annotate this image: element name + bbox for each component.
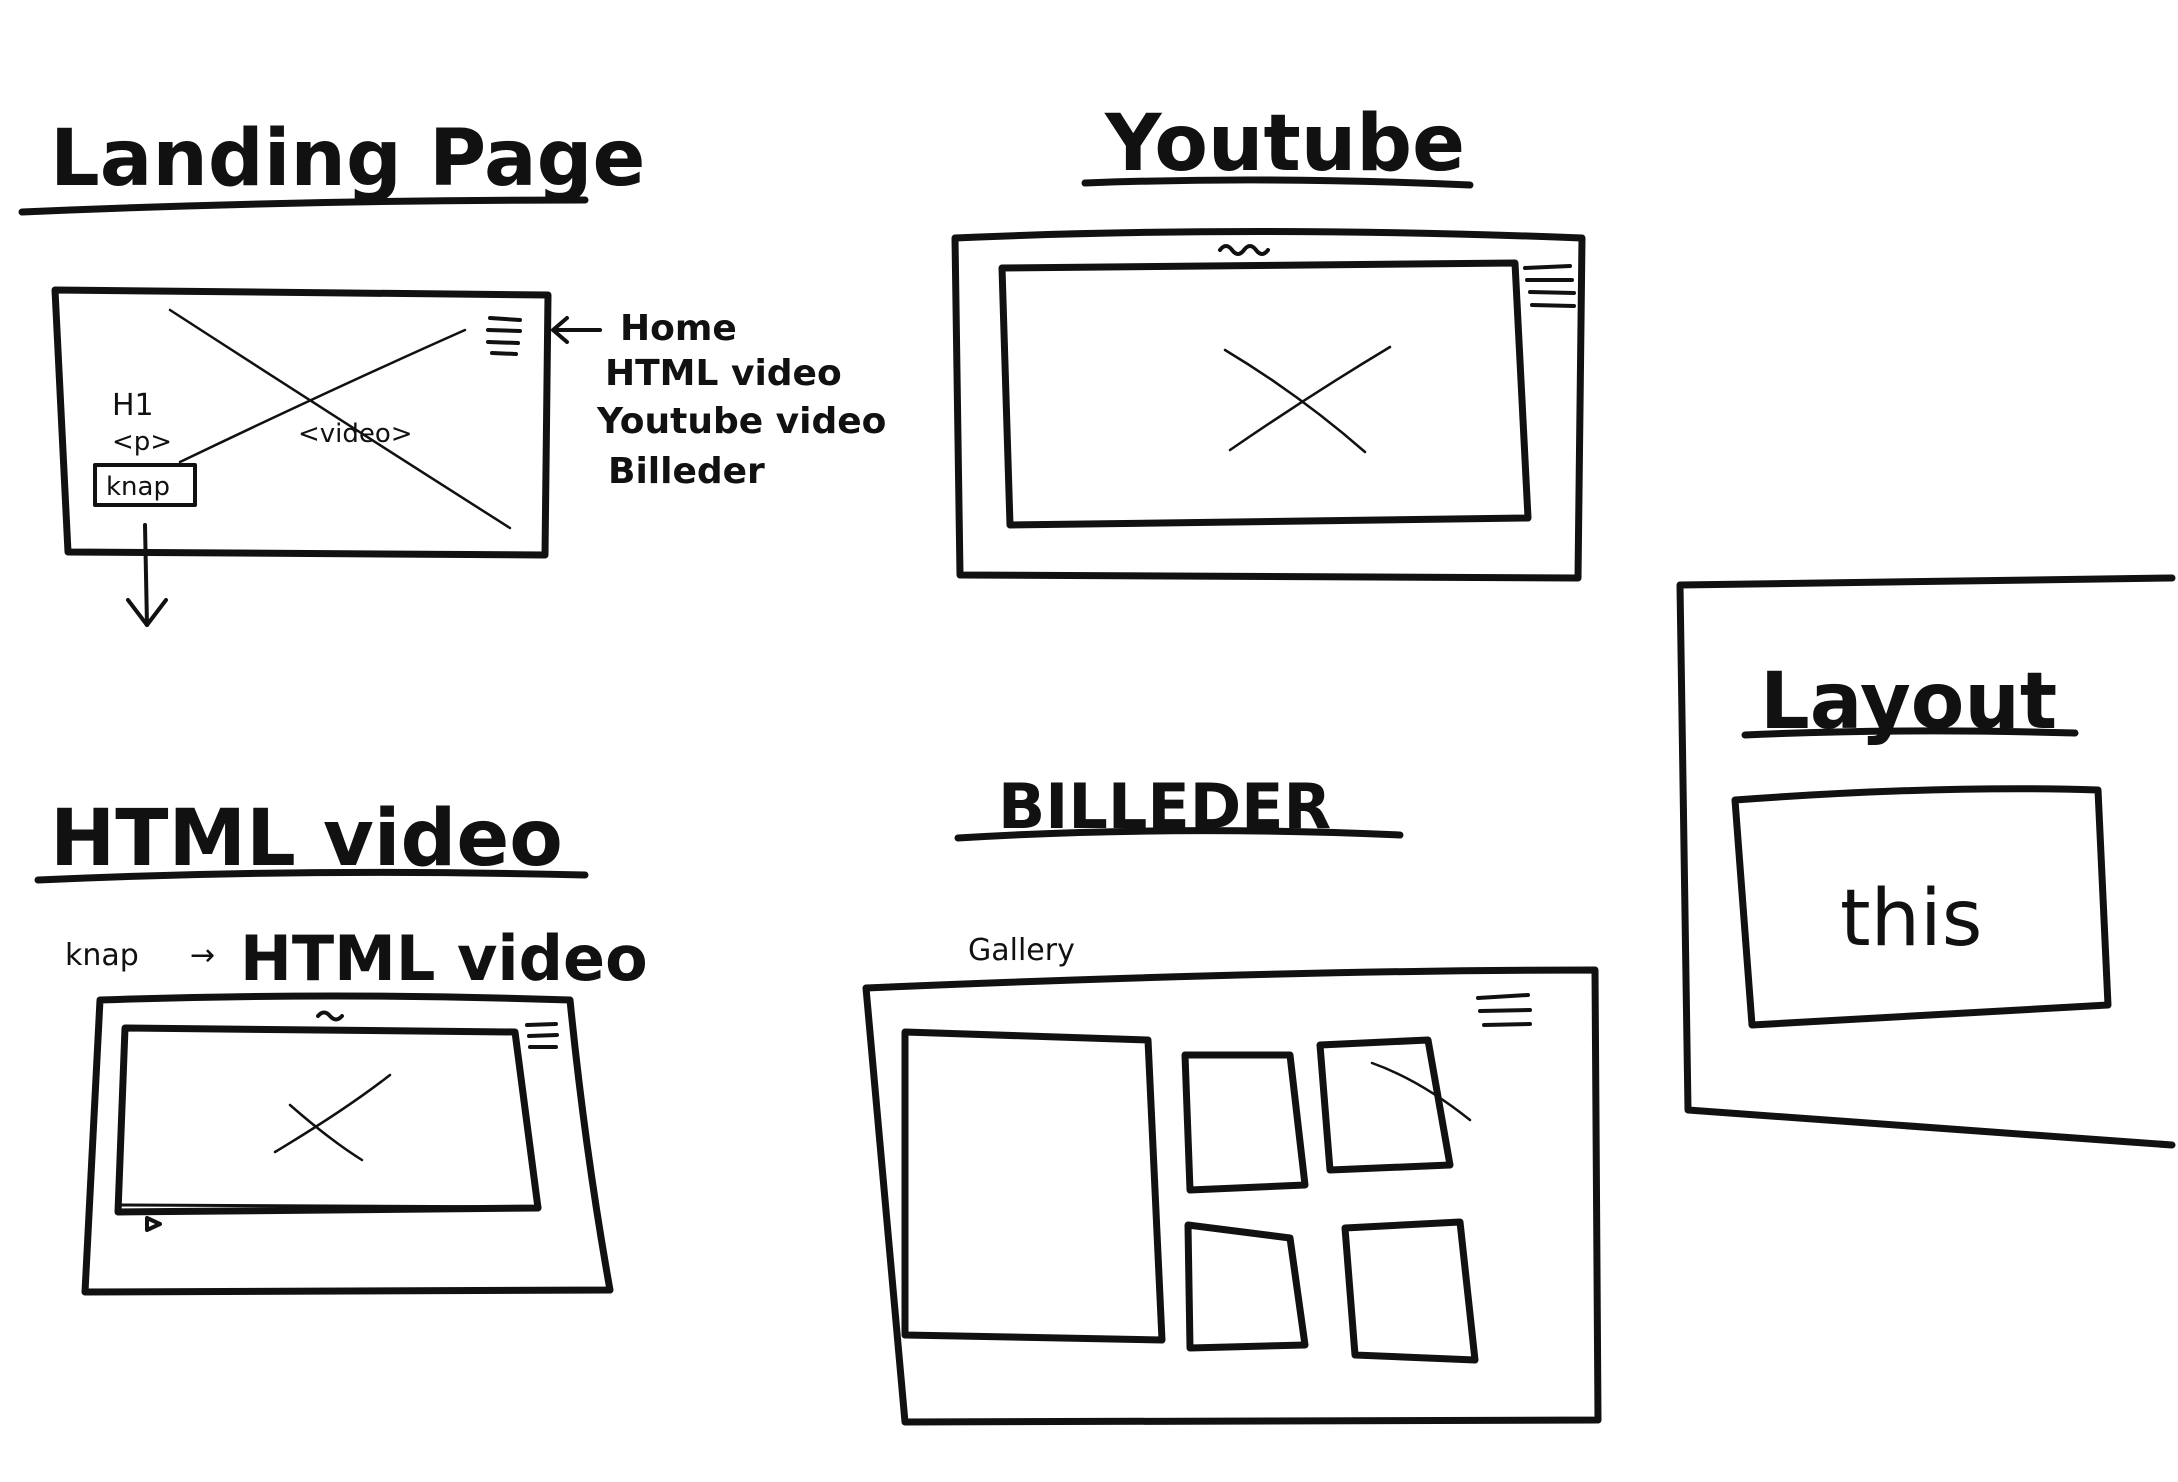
html-video-controls-bar bbox=[116, 1203, 542, 1209]
landing-knap-label: knap bbox=[106, 472, 170, 502]
landing-video-label: <video> bbox=[298, 419, 413, 449]
youtube-placeholder-cross-b bbox=[1228, 345, 1392, 452]
scroll-down-arrow bbox=[143, 523, 149, 627]
html-video-caption-arrow: → bbox=[190, 938, 215, 973]
gallery-menu-icon[interactable] bbox=[1476, 993, 1532, 1027]
landing-page-section: Landing Page H1 <p> <video> knap Home HT… bbox=[18, 114, 886, 627]
gallery-tile-large[interactable] bbox=[901, 1028, 1166, 1344]
play-icon[interactable] bbox=[145, 1216, 162, 1232]
menu-item-youtube-video: Youtube video bbox=[596, 401, 886, 442]
billeder-section: BILLEDER Gallery bbox=[862, 770, 1602, 1426]
gallery-tile-2-sketch-stroke bbox=[1370, 1061, 1472, 1122]
gallery-tile-small-4[interactable] bbox=[1341, 1218, 1479, 1364]
layout-section: Layout this bbox=[1676, 574, 2176, 1149]
html-video-placeholder-cross-a bbox=[288, 1103, 364, 1162]
landing-h1-label: H1 bbox=[112, 388, 154, 423]
menu-item-html-video: HTML video bbox=[605, 353, 842, 394]
gallery-tile-small-3[interactable] bbox=[1184, 1221, 1309, 1352]
youtube-section: Youtube bbox=[951, 99, 1586, 582]
landing-menu-icon[interactable] bbox=[486, 316, 522, 356]
youtube-title: Youtube bbox=[1104, 99, 1465, 189]
youtube-tilde-mark bbox=[1218, 244, 1270, 256]
html-video-section: HTML video knap → HTML video bbox=[34, 794, 648, 1296]
html-video-caption-label: HTML video bbox=[240, 922, 648, 995]
gallery-tile-small-1[interactable] bbox=[1181, 1051, 1309, 1194]
layout-box-text: this bbox=[1840, 874, 1982, 964]
gallery-tile-small-2[interactable] bbox=[1316, 1036, 1454, 1174]
gallery-subtitle: Gallery bbox=[968, 933, 1075, 968]
youtube-embed-frame bbox=[998, 259, 1532, 529]
html-video-caption-knap: knap bbox=[65, 938, 139, 973]
youtube-placeholder-cross-a bbox=[1223, 348, 1367, 454]
menu-item-home: Home bbox=[620, 308, 737, 349]
landing-paragraph-label: <p> bbox=[112, 427, 172, 457]
layout-title-underline bbox=[1741, 727, 2079, 739]
landing-page-title: Landing Page bbox=[50, 114, 645, 204]
menu-item-billeder: Billeder bbox=[608, 451, 765, 492]
html-video-tilde-mark bbox=[316, 1010, 344, 1022]
wireframe-sketch-board: Landing Page H1 <p> <video> knap Home HT… bbox=[18, 99, 2176, 1426]
html-video-menu-icon[interactable] bbox=[525, 1022, 559, 1049]
youtube-menu-icon[interactable] bbox=[1523, 264, 1576, 308]
